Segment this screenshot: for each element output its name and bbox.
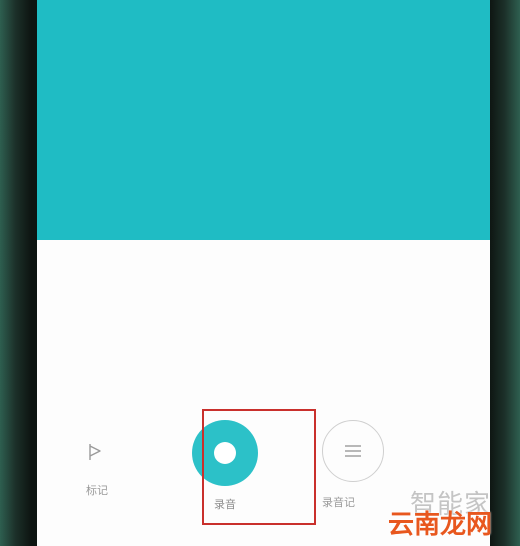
record-icon xyxy=(214,442,236,464)
mark-button[interactable]: 标记 xyxy=(72,430,122,510)
recordings-list-button[interactable] xyxy=(322,420,384,482)
record-label: 录音 xyxy=(214,498,236,511)
mark-label: 标记 xyxy=(86,484,108,497)
record-button[interactable] xyxy=(192,420,258,486)
flag-icon xyxy=(89,444,101,460)
recording-display-panel xyxy=(37,0,490,240)
list-icon xyxy=(345,445,361,457)
watermark-bottom: 云南龙网 xyxy=(388,510,493,540)
